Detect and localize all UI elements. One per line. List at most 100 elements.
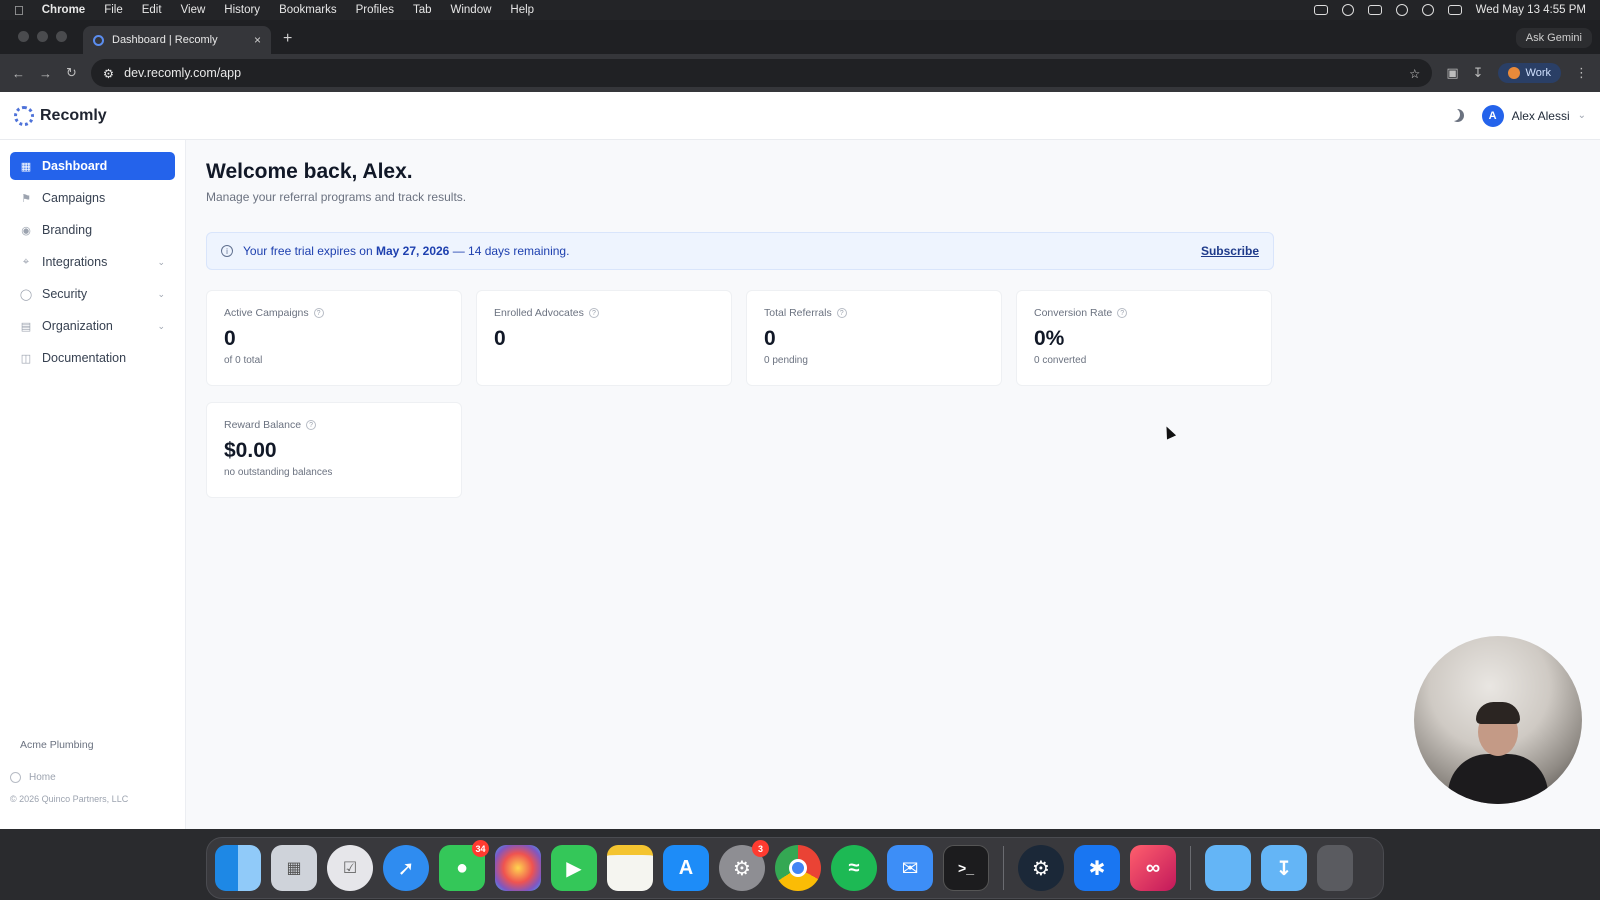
safari-icon[interactable]: ➚ [383,845,429,891]
home-link[interactable]: Home [10,772,56,783]
zoom-window-button[interactable] [56,31,67,42]
subscribe-link[interactable]: Subscribe [1201,244,1259,258]
dark-mode-toggle-icon[interactable] [1451,109,1464,122]
screen-record-icon[interactable] [1313,5,1328,15]
launchpad-icon[interactable]: ▦ [271,845,317,891]
stat-label: Active Campaigns [224,307,309,319]
applications-folder-icon[interactable] [1205,845,1251,891]
new-tab-button[interactable]: + [283,30,292,48]
messages-icon[interactable]: ● 34 [439,840,489,891]
sidebar-item-label: Integrations [42,255,108,269]
menu-edit[interactable]: Edit [142,4,162,16]
help-icon[interactable]: ? [836,308,847,318]
ask-gemini-button[interactable]: Ask Gemini [1515,28,1592,48]
recomly-logo[interactable]: Recomly [14,105,107,126]
sidebar-item-dashboard[interactable]: ▦ Dashboard [10,152,175,180]
menu-bar-clock[interactable]: Wed May 13 4:55 PM [1476,4,1586,16]
close-window-button[interactable] [18,31,29,42]
mail-icon[interactable]: ✉ [887,845,933,891]
sidebar-item-branding[interactable]: ◉ Branding [10,216,175,244]
menu-app-name[interactable]: Chrome [42,4,85,16]
download-icon[interactable]: ↧ [1473,65,1484,81]
sidebar-item-label: Dashboard [42,159,108,173]
perplexity-icon[interactable]: ✱ [1074,845,1120,891]
address-bar[interactable]: ⚙ dev.recomly.com/app ☆ [90,59,1433,87]
browser-toolbar: ← → ↻ ⚙ dev.recomly.com/app ☆ ▣ ↧ Work ⋮ [0,54,1600,92]
stat-value: 0 [764,327,776,350]
stat-value: 0 [494,327,506,350]
control-center-icon[interactable] [1447,5,1462,15]
dock-separator [1003,846,1004,890]
stat-card-active-campaigns: Active Campaigns? 0 of 0 total [206,290,462,386]
help-icon[interactable]: ? [306,420,317,430]
apple-icon[interactable]:  [14,3,24,18]
book-icon: ◫ [20,352,32,365]
recomly-app: Recomly A Alex Alessi ⌄ ▦ Dashboard ⚑ Ca… [0,92,1600,829]
photos-icon[interactable] [495,845,541,891]
creative-cloud-icon[interactable]: ∞ [1130,845,1176,891]
forward-arrow-icon[interactable]: → [39,66,52,81]
stat-note: 0 pending [764,355,808,366]
macos-dock: ▦ ☑ ➚ ● 34 ▶ A ⚙ 3 ≈ ✉ >_ ⚙ ✱ ∞ ↧ [206,837,1384,899]
profile-label: Work [1525,67,1551,79]
terminal-icon[interactable]: >_ [943,845,989,891]
building-icon: ▤ [20,320,32,333]
sidebar-item-organization[interactable]: ▤ Organization ⌄ [10,312,175,340]
battery-icon[interactable] [1367,5,1382,15]
stat-note: of 0 total [224,355,263,366]
plug-icon: ⌖ [22,255,30,268]
system-settings-icon[interactable]: ⚙ 3 [719,840,769,891]
reload-icon[interactable]: ↻ [66,65,77,81]
sidebar-item-integrations[interactable]: ⌖ Integrations ⌄ [10,248,175,276]
close-tab-icon[interactable]: × [254,33,261,47]
bookmark-star-icon[interactable]: ☆ [1409,66,1420,81]
browser-menu-icon[interactable]: ⋮ [1575,65,1588,81]
sidebar-item-campaigns[interactable]: ⚑ Campaigns [10,184,175,212]
menu-file[interactable]: File [104,4,123,16]
minimize-window-button[interactable] [37,31,48,42]
notes-icon[interactable] [607,845,653,891]
spotlight-search-icon[interactable] [1421,4,1434,16]
chevron-down-icon: ⌄ [157,320,165,331]
sidebar-item-documentation[interactable]: ◫ Documentation [10,344,175,372]
webcam-overlay [1414,636,1582,804]
user-menu[interactable]: A Alex Alessi ⌄ [1481,104,1586,127]
menu-help[interactable]: Help [510,4,534,16]
app-store-icon[interactable]: A [663,845,709,891]
steam-icon[interactable]: ⚙ [1018,845,1064,891]
browser-tab-dashboard[interactable]: Dashboard | Recomly × [83,26,271,54]
spotify-icon[interactable]: ≈ [831,845,877,891]
chrome-icon[interactable] [775,845,821,891]
stat-card-total-referrals: Total Referrals? 0 0 pending [746,290,1002,386]
trash-icon[interactable] [1317,845,1353,891]
menu-bookmarks[interactable]: Bookmarks [279,4,337,16]
downloads-folder-icon[interactable]: ↧ [1261,845,1307,891]
menu-view[interactable]: View [181,4,206,16]
organization-name[interactable]: Acme Plumbing [20,739,94,751]
sidebar-item-security[interactable]: ◯ Security ⌄ [10,280,175,308]
help-icon[interactable]: ? [1117,308,1128,318]
recomly-logo-icon [14,105,34,126]
menu-window[interactable]: Window [451,4,492,16]
wifi-icon[interactable] [1395,4,1408,16]
passwords-icon[interactable]: ☑ [327,845,373,891]
help-icon[interactable]: ? [588,308,599,318]
sidebar-item-label: Organization [42,319,113,333]
address-bar-url[interactable]: dev.recomly.com/app [124,66,1399,80]
back-arrow-icon[interactable]: ← [12,66,25,81]
sidebar-panel-icon[interactable]: ▣ [1446,65,1458,81]
menu-tab[interactable]: Tab [413,4,432,16]
facetime-icon[interactable]: ▶ [551,845,597,891]
help-icon[interactable]: ? [313,308,324,318]
profile-work-button[interactable]: Work [1497,63,1561,83]
creative-cloud-icon[interactable] [1341,4,1354,16]
finder-icon[interactable] [215,845,261,891]
stat-label: Total Referrals [764,307,832,319]
sidebar-item-label: Security [42,287,88,301]
user-avatar: A [1481,104,1504,127]
menu-history[interactable]: History [224,4,260,16]
menu-profiles[interactable]: Profiles [356,4,394,16]
macos-menu-bar:  Chrome File Edit View History Bookmark… [0,0,1600,20]
site-settings-icon[interactable]: ⚙ [103,66,114,81]
chevron-down-icon: ⌄ [1577,110,1586,121]
